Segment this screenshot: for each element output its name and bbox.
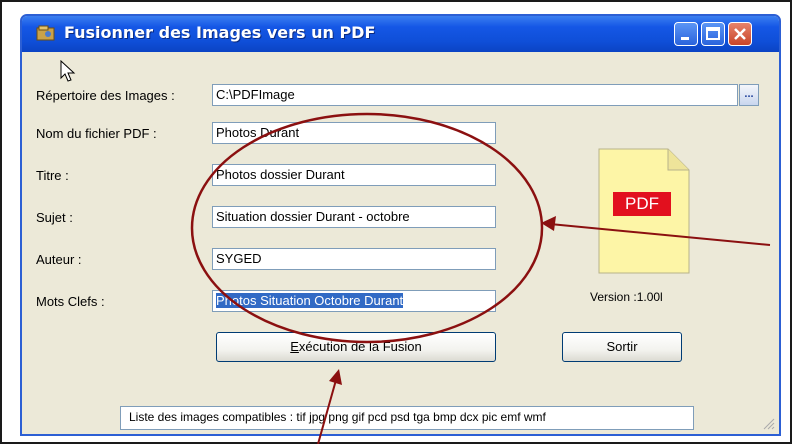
resize-grip-icon[interactable]	[763, 418, 775, 430]
pdf-name-label: Nom du fichier PDF :	[36, 126, 157, 141]
maximize-button[interactable]	[701, 22, 725, 46]
keywords-label: Mots Clefs :	[36, 294, 105, 309]
exit-label: Sortir	[606, 339, 638, 354]
execute-merge-button[interactable]: Exécution de la Fusion	[216, 332, 496, 362]
pdf-name-input[interactable]: Photos Durant	[212, 122, 496, 144]
window-title: Fusionner des Images vers un PDF	[64, 23, 376, 42]
title-label: Titre :	[36, 168, 69, 183]
client-area: Répertoire des Images : C:\PDFImage ... …	[22, 52, 779, 434]
execute-merge-label: Exécution de la Fusion	[290, 339, 422, 354]
subject-label: Sujet :	[36, 210, 73, 225]
author-label: Auteur :	[36, 252, 82, 267]
image-dir-input[interactable]: C:\PDFImage	[212, 84, 738, 106]
subject-input[interactable]: Situation dossier Durant - octobre	[212, 206, 496, 228]
app-icon	[36, 25, 55, 41]
version-text: Version :1.00l	[590, 290, 663, 304]
keywords-selected-text: Photos Situation Octobre Durant	[216, 293, 404, 308]
browse-button[interactable]: ...	[739, 84, 759, 106]
pdf-badge: PDF	[613, 192, 671, 216]
author-input[interactable]: SYGED	[212, 248, 496, 270]
image-dir-label: Répertoire des Images :	[36, 88, 175, 103]
compatible-formats-box: Liste des images compatibles : tif jpg p…	[120, 406, 694, 430]
minimize-button[interactable]	[674, 22, 698, 46]
keywords-input[interactable]: Photos Situation Octobre Durant	[212, 290, 496, 312]
title-bar[interactable]: Fusionner des Images vers un PDF	[22, 16, 779, 52]
exit-button[interactable]: Sortir	[562, 332, 682, 362]
minimize-icon	[681, 37, 689, 40]
maximize-icon	[706, 27, 720, 40]
close-button[interactable]	[728, 22, 752, 46]
title-input[interactable]: Photos dossier Durant	[212, 164, 496, 186]
app-window: Fusionner des Images vers un PDF Réperto…	[20, 14, 781, 436]
close-icon	[734, 28, 746, 40]
